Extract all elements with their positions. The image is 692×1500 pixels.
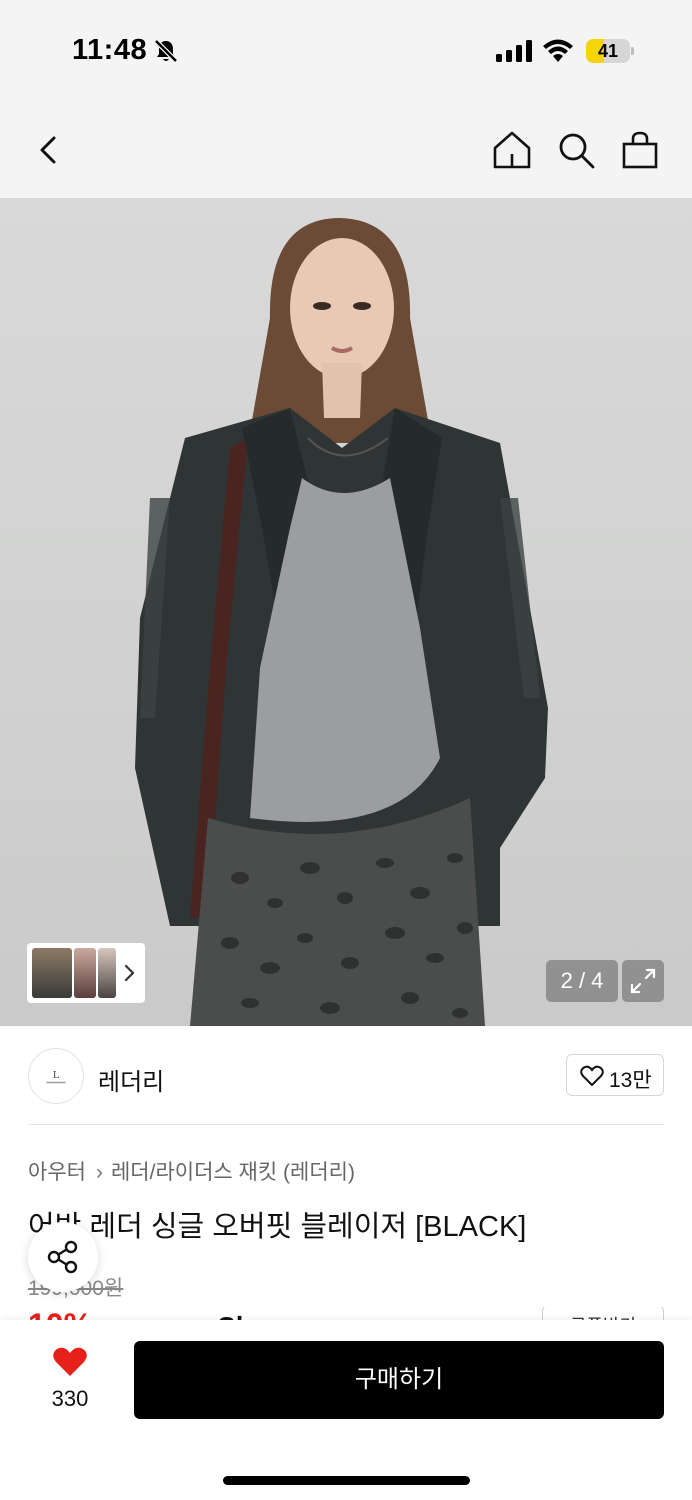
- wifi-icon: [543, 39, 573, 62]
- wish-count: 330: [51, 1386, 89, 1411]
- chevron-right-icon: ›: [95, 1161, 103, 1184]
- product-title: 어반 레더 싱글 오버핏 블레이저 [BLACK]: [28, 1211, 527, 1243]
- thumbnail-3[interactable]: [98, 948, 116, 998]
- thumbnail-1[interactable]: [32, 948, 72, 998]
- signal-icon: [496, 40, 532, 62]
- status-time: 11:48: [72, 34, 148, 66]
- brand-like-count: 13만: [609, 1069, 652, 1092]
- battery-icon: 41: [586, 39, 634, 63]
- breadcrumb-item[interactable]: 아우터: [28, 1161, 86, 1184]
- brand-row[interactable]: L 레더리 13만: [0, 1026, 692, 1126]
- product-image-gallery[interactable]: 2 / 4: [0, 198, 692, 1026]
- heart-filled-icon[interactable]: [52, 1346, 88, 1378]
- heart-outline-icon: [580, 1065, 604, 1087]
- share-icon: [47, 1240, 78, 1274]
- status-bar: 11:48 41: [0, 0, 692, 100]
- breadcrumb-item[interactable]: 레더/라이더스 재킷 (레더리): [111, 1161, 355, 1184]
- search-icon[interactable]: [556, 130, 596, 170]
- back-icon[interactable]: [32, 130, 68, 170]
- product-photo: [135, 218, 548, 1026]
- battery-level: 41: [597, 41, 619, 61]
- image-counter: 2 / 4: [546, 960, 618, 1002]
- top-nav: [0, 100, 692, 198]
- thumbnail-2[interactable]: [74, 948, 96, 998]
- thumbnail-strip[interactable]: [27, 943, 145, 1003]
- home-icon[interactable]: [492, 130, 532, 170]
- svg-text:L: L: [53, 1070, 60, 1081]
- divider: [28, 1124, 664, 1125]
- brand-name[interactable]: 레더리: [98, 1062, 164, 1097]
- expand-icon[interactable]: [622, 960, 664, 1002]
- shopping-bag-icon[interactable]: [620, 130, 660, 170]
- home-indicator: [223, 1476, 470, 1485]
- chevron-right-icon[interactable]: [123, 961, 137, 985]
- brand-logo[interactable]: L: [28, 1048, 84, 1104]
- bottom-action-bar: 330 구매하기: [0, 1320, 692, 1500]
- bell-off-icon: [154, 39, 178, 63]
- buy-button[interactable]: 구매하기: [134, 1341, 664, 1419]
- breadcrumb: 아우터 › 레더/라이더스 재킷 (레더리): [28, 1156, 355, 1186]
- share-button[interactable]: [28, 1222, 98, 1292]
- brand-like-button[interactable]: 13만: [566, 1054, 664, 1096]
